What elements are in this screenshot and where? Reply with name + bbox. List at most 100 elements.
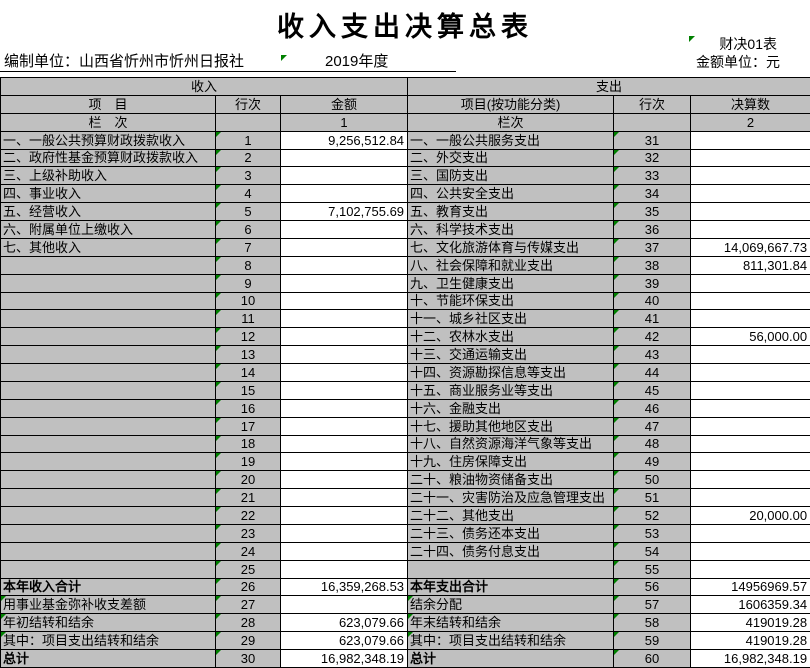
- income-amount-cell[interactable]: [281, 364, 408, 382]
- cell-text: 16,982,348.19: [321, 651, 404, 666]
- expense-amount-cell[interactable]: 811,301.84: [691, 256, 810, 274]
- income-item-cell: 五、经营收入: [1, 203, 216, 221]
- expense-amount-cell[interactable]: [691, 489, 810, 507]
- income-amount-cell[interactable]: [281, 328, 408, 346]
- expense-item-cell: 十一、城乡社区支出: [408, 310, 614, 328]
- cell-text: 七、文化旅游体育与传媒支出: [410, 240, 579, 255]
- income-amount-cell[interactable]: [281, 149, 408, 167]
- income-item-cell: [1, 381, 216, 399]
- expense-amount-cell[interactable]: [691, 399, 810, 417]
- expense-amount-cell[interactable]: [691, 185, 810, 203]
- cell-text: 十一、城乡社区支出: [410, 311, 527, 326]
- expense-amount-cell[interactable]: [691, 292, 810, 310]
- income-amount-cell[interactable]: [281, 471, 408, 489]
- expense-amount-cell[interactable]: [691, 364, 810, 382]
- income-amount-cell[interactable]: [281, 310, 408, 328]
- expense-line-cell: 50: [614, 471, 691, 489]
- cell-text: 三、国防支出: [410, 168, 488, 183]
- expense-amount-cell[interactable]: [691, 435, 810, 453]
- expense-amount-cell[interactable]: 1606359.34: [691, 596, 810, 614]
- income-amount-cell[interactable]: 623,079.66: [281, 614, 408, 632]
- cell-text: 18: [241, 436, 255, 451]
- income-line-cell: 18: [216, 435, 281, 453]
- expense-amount-cell[interactable]: 419019.28: [691, 632, 810, 650]
- income-amount-cell[interactable]: [281, 221, 408, 239]
- cell-text: 52: [645, 508, 659, 523]
- expense-section-header: 支出: [408, 78, 810, 96]
- income-amount-cell[interactable]: [281, 399, 408, 417]
- income-amount-cell[interactable]: [281, 346, 408, 364]
- cell-text: 17: [241, 419, 255, 434]
- income-line-cell: 21: [216, 489, 281, 507]
- cell-flag-icon: [216, 596, 221, 601]
- income-amount-cell[interactable]: [281, 256, 408, 274]
- income-amount-cell[interactable]: [281, 453, 408, 471]
- income-amount-cell[interactable]: [281, 596, 408, 614]
- expense-amount-cell[interactable]: 14,069,667.73: [691, 238, 810, 256]
- cell-text: 9,256,512.84: [328, 133, 404, 148]
- expense-amount-cell[interactable]: [691, 346, 810, 364]
- income-amount-cell[interactable]: 623,079.66: [281, 632, 408, 650]
- income-amount-cell[interactable]: [281, 435, 408, 453]
- cell-text: 年初结转和结余: [3, 615, 94, 630]
- expense-item-cell: 二十三、债务还本支出: [408, 524, 614, 542]
- cell-text: 47: [645, 419, 659, 434]
- cell-text: 45: [645, 383, 659, 398]
- income-section-header: 收入: [1, 78, 408, 96]
- income-amount-cell[interactable]: [281, 489, 408, 507]
- cell-text: 20: [241, 472, 255, 487]
- expense-amount-cell[interactable]: [691, 542, 810, 560]
- income-amount-cell[interactable]: [281, 274, 408, 292]
- income-amount-cell[interactable]: [281, 167, 408, 185]
- cell-text: 38: [645, 258, 659, 273]
- income-amount-cell[interactable]: [281, 542, 408, 560]
- expense-item-cell: 十八、自然资源海洋气象等支出: [408, 435, 614, 453]
- cell-flag-icon: [216, 650, 221, 655]
- income-amount-cell[interactable]: [281, 238, 408, 256]
- income-line-cell: 19: [216, 453, 281, 471]
- cell-flag-icon: [216, 203, 221, 208]
- cell-text: 16,359,268.53: [321, 579, 404, 594]
- income-amount-cell[interactable]: 16,982,348.19: [281, 650, 408, 668]
- expense-amount-cell[interactable]: [691, 221, 810, 239]
- expense-amount-cell[interactable]: [691, 167, 810, 185]
- col-header-expense-line: 行次: [614, 95, 691, 113]
- expense-amount-cell[interactable]: 16,982,348.19: [691, 650, 810, 668]
- income-amount-cell[interactable]: 16,359,268.53: [281, 578, 408, 596]
- income-amount-cell[interactable]: [281, 185, 408, 203]
- expense-amount-cell[interactable]: 419019.28: [691, 614, 810, 632]
- expense-amount-cell[interactable]: 56,000.00: [691, 328, 810, 346]
- cell-text: 三、上级补助收入: [3, 168, 107, 183]
- cell-flag-icon: [216, 561, 221, 566]
- income-item-cell: [1, 274, 216, 292]
- income-amount-cell[interactable]: [281, 560, 408, 578]
- expense-item-cell: 十、节能环保支出: [408, 292, 614, 310]
- expense-line-cell: 49: [614, 453, 691, 471]
- expense-amount-cell[interactable]: [691, 417, 810, 435]
- cell-text: 总计: [410, 651, 436, 666]
- expense-amount-cell[interactable]: [691, 203, 810, 221]
- income-item-cell: [1, 489, 216, 507]
- expense-amount-cell[interactable]: [691, 471, 810, 489]
- expense-amount-cell[interactable]: [691, 274, 810, 292]
- income-amount-cell[interactable]: [281, 524, 408, 542]
- expense-amount-cell[interactable]: [691, 560, 810, 578]
- income-amount-cell[interactable]: 9,256,512.84: [281, 131, 408, 149]
- expense-amount-cell[interactable]: [691, 381, 810, 399]
- expense-amount-cell[interactable]: [691, 453, 810, 471]
- expense-amount-cell[interactable]: [691, 524, 810, 542]
- income-amount-cell[interactable]: [281, 417, 408, 435]
- expense-amount-cell[interactable]: [691, 310, 810, 328]
- expense-amount-cell[interactable]: [691, 131, 810, 149]
- income-amount-cell[interactable]: 7,102,755.69: [281, 203, 408, 221]
- income-amount-cell[interactable]: [281, 381, 408, 399]
- income-amount-cell[interactable]: [281, 507, 408, 525]
- expense-amount-cell[interactable]: 14956969.57: [691, 578, 810, 596]
- income-line-cell: 5: [216, 203, 281, 221]
- expense-amount-cell[interactable]: [691, 149, 810, 167]
- income-amount-cell[interactable]: [281, 292, 408, 310]
- expense-amount-cell[interactable]: 20,000.00: [691, 507, 810, 525]
- income-item-cell: [1, 524, 216, 542]
- table-row: 七、其他收入7七、文化旅游体育与传媒支出3714,069,667.73: [1, 238, 810, 256]
- income-line-cell: 4: [216, 185, 281, 203]
